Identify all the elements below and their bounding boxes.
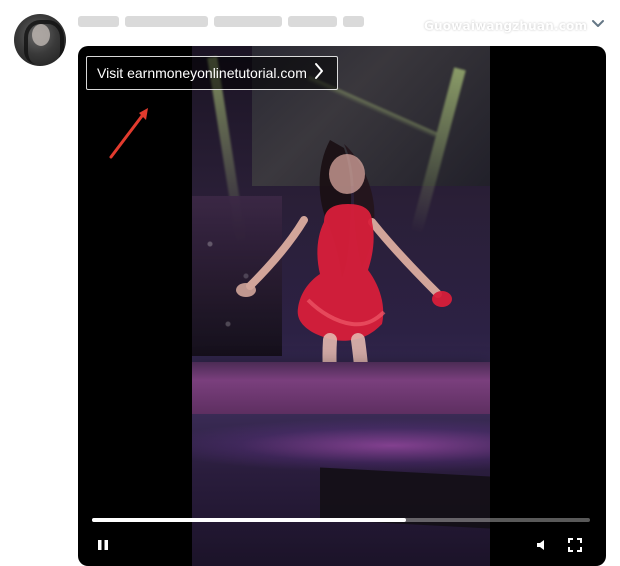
blurred-user-name — [78, 12, 364, 30]
stage-floor-glow — [192, 418, 490, 473]
tweet-avatar[interactable] — [14, 14, 66, 66]
visit-site-cta[interactable]: Visit earnmoneyonlinetutorial.com — [86, 56, 338, 90]
avatar-face — [32, 24, 50, 46]
stage-foreground-bar — [192, 362, 490, 414]
fullscreen-svg — [568, 538, 582, 552]
blur-segment — [288, 15, 338, 27]
pause-svg — [98, 540, 108, 550]
chevron-down-svg — [592, 20, 604, 27]
blur-segment — [343, 15, 364, 27]
video-progress-bar[interactable] — [92, 518, 590, 522]
pause-icon[interactable] — [96, 538, 110, 552]
chevron-right-svg — [315, 62, 323, 79]
chevron-down-icon[interactable] — [590, 16, 606, 32]
watermark-text: Guowaiwangzhuan.com — [424, 19, 588, 33]
volume-svg — [537, 540, 544, 550]
fullscreen-icon[interactable] — [568, 538, 582, 552]
video-progress-fill — [92, 518, 406, 522]
video-player[interactable]: Visit earnmoneyonlinetutorial.com — [78, 46, 606, 566]
visit-site-cta-text: Visit earnmoneyonlinetutorial.com — [97, 65, 307, 81]
blur-segment — [78, 15, 120, 27]
video-frame — [192, 46, 490, 566]
video-controls — [92, 538, 590, 552]
blur-segment — [214, 15, 283, 27]
volume-icon[interactable] — [536, 538, 550, 552]
annotation-arrow-icon — [109, 108, 148, 159]
blur-segment — [125, 15, 209, 27]
chevron-right-icon — [313, 62, 325, 85]
